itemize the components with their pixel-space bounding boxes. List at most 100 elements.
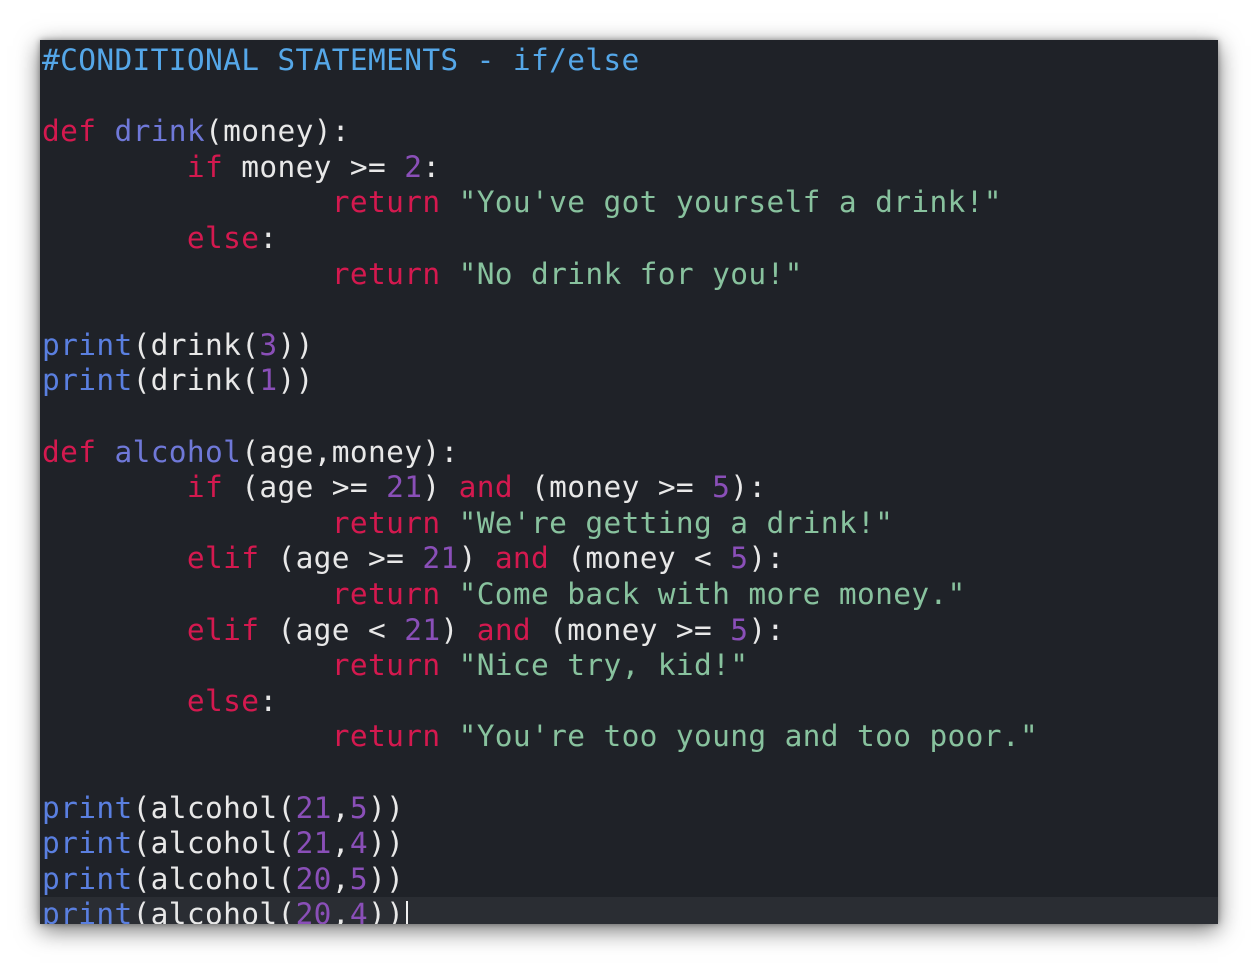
code-token: 5 — [730, 541, 749, 576]
code-line[interactable]: if money >= 2: — [42, 150, 440, 185]
code-token: : — [259, 221, 278, 255]
code-token: else — [186, 683, 260, 718]
code-token: (drink( — [132, 363, 260, 398]
code-token: "You're too young and too poor." — [458, 719, 1039, 754]
code-token: , — [331, 861, 350, 896]
code-line[interactable]: elif (age >= 21) and (money < 5): — [42, 541, 785, 576]
code-token: (alcohol( — [132, 826, 296, 861]
code-token: 20 — [295, 897, 332, 924]
code-token: return — [331, 648, 441, 683]
code-token: return — [331, 256, 441, 291]
code-token: money >= — [223, 149, 405, 184]
code-token: )) — [368, 861, 405, 896]
code-token: : — [259, 683, 278, 718]
code-token: 1 — [259, 363, 278, 398]
code-token: (money < — [549, 541, 731, 576]
code-token: , — [331, 826, 350, 861]
code-line[interactable]: print(alcohol(20,4)) — [40, 897, 1218, 924]
code-line[interactable]: print(drink(3)) — [42, 328, 314, 363]
code-token: (alcohol( — [132, 861, 296, 896]
code-token: 5 — [730, 612, 749, 647]
code-token: , — [331, 790, 350, 825]
code-token: (age >= — [223, 470, 387, 505]
code-line[interactable]: print(alcohol(20,5)) — [42, 862, 404, 897]
code-line[interactable]: #CONDITIONAL STATEMENTS - if/else — [42, 43, 640, 78]
code-token: print — [42, 327, 133, 362]
code-token: 5 — [349, 861, 369, 896]
code-line[interactable]: return "We're getting a drink!" — [42, 506, 893, 541]
code-token: "You've got yourself a drink!" — [458, 185, 1002, 220]
code-token: def — [42, 434, 97, 469]
code-token: ) — [458, 541, 495, 576]
code-token: alcohol — [114, 434, 242, 469]
code-token: elif — [186, 612, 260, 647]
code-token: 3 — [259, 327, 278, 362]
code-line[interactable]: return "No drink for you!" — [42, 257, 803, 292]
code-token: (money >= — [512, 470, 713, 505]
code-token: and — [476, 612, 532, 647]
code-token: (age < — [259, 612, 405, 647]
code-token: , — [331, 897, 350, 924]
code-line[interactable]: return "Nice try, kid!" — [42, 648, 748, 683]
code-token: def — [42, 114, 97, 149]
code-token: elif — [186, 541, 260, 576]
code-line[interactable]: else: — [42, 684, 277, 719]
code-line[interactable]: if (age >= 21) and (money >= 5): — [42, 470, 767, 505]
code-line[interactable]: print(alcohol(21,5)) — [42, 791, 404, 826]
code-token: 21 — [404, 612, 441, 647]
code-token: "We're getting a drink!" — [458, 505, 894, 540]
code-line[interactable]: return "Come back with more money." — [42, 577, 966, 612]
code-token: (alcohol( — [132, 897, 296, 924]
code-line[interactable]: return "You're too young and too poor." — [42, 719, 1038, 754]
code-token: )) — [368, 897, 405, 924]
code-token: "Come back with more money." — [458, 577, 966, 611]
code-token: print — [42, 790, 133, 825]
code-line[interactable]: def alcohol(age,money): — [42, 435, 459, 470]
code-token: 2 — [404, 149, 423, 184]
code-line[interactable]: else: — [42, 221, 277, 256]
code-token: 21 — [422, 541, 459, 576]
code-token: (age,money): — [241, 434, 459, 469]
code-token: 21 — [295, 826, 332, 861]
code-token: return — [331, 505, 441, 540]
code-token: )) — [368, 826, 405, 861]
code-token: )) — [277, 327, 314, 362]
code-line[interactable]: return "You've got yourself a drink!" — [42, 185, 1002, 220]
code-line[interactable]: print(alcohol(21,4)) — [42, 826, 404, 861]
code-token: (age >= — [259, 541, 423, 576]
code-token: ): — [748, 541, 785, 576]
code-token: if — [186, 470, 224, 505]
code-token: and — [494, 541, 550, 576]
code-token: if — [186, 149, 224, 184]
code-token: (drink( — [132, 327, 260, 362]
code-editor[interactable]: #CONDITIONAL STATEMENTS - if/else def dri… — [40, 40, 1218, 924]
code-line[interactable]: def drink(money): — [42, 114, 350, 149]
code-token: print — [42, 861, 133, 896]
code-token: ) — [440, 612, 477, 647]
code-token: print — [42, 363, 133, 398]
code-area[interactable]: #CONDITIONAL STATEMENTS - if/else def dri… — [40, 40, 1218, 924]
code-line[interactable]: print(drink(1)) — [42, 363, 314, 398]
code-token: : — [422, 149, 441, 184]
code-token: 21 — [295, 790, 332, 825]
code-token: drink — [114, 114, 206, 149]
code-token: print — [42, 897, 133, 924]
code-token: return — [331, 719, 441, 754]
code-token: ): — [748, 612, 785, 647]
code-line[interactable]: elif (age < 21) and (money >= 5): — [42, 613, 785, 648]
